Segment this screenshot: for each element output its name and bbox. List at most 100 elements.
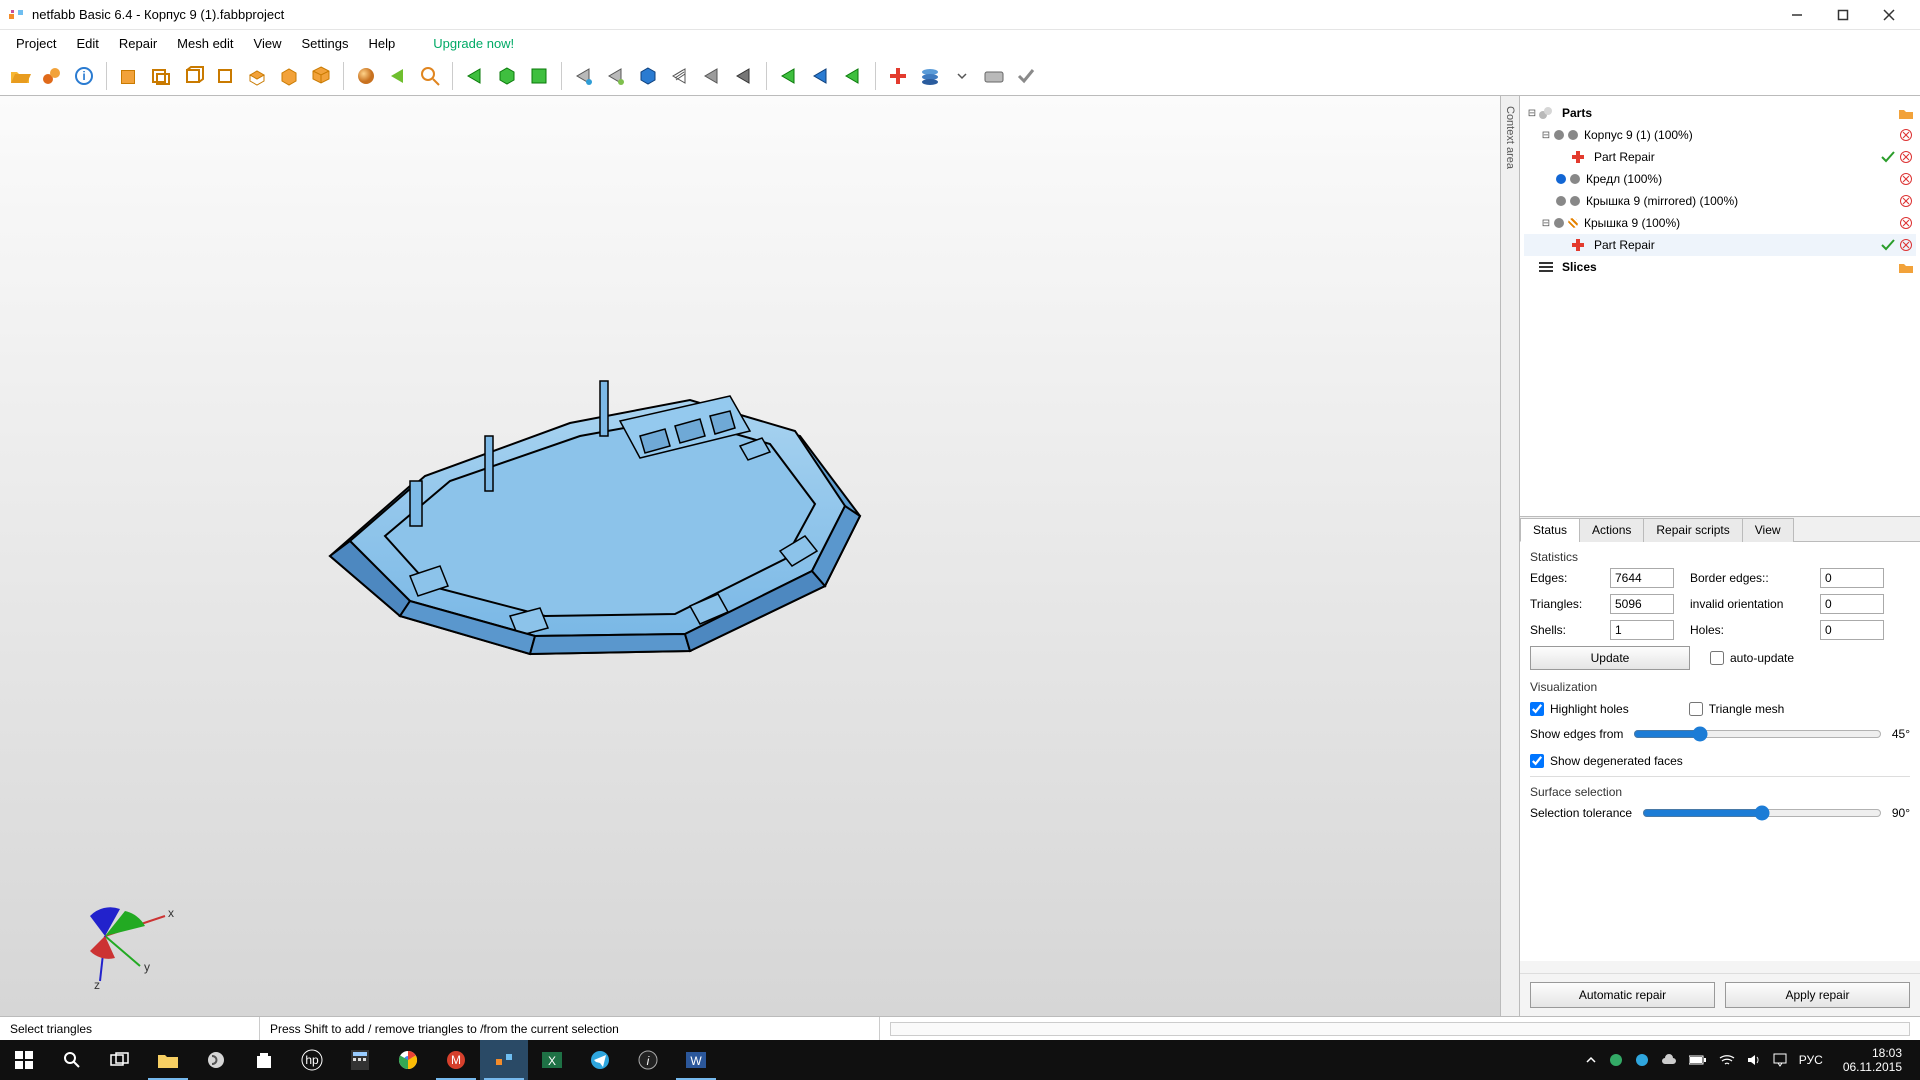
tray-app1-icon[interactable] bbox=[1609, 1053, 1623, 1067]
shells-value[interactable] bbox=[1610, 620, 1674, 640]
folder-icon[interactable] bbox=[1898, 105, 1914, 121]
menu-repair[interactable]: Repair bbox=[109, 32, 167, 55]
holes-value[interactable] bbox=[1820, 620, 1884, 640]
cube-left-icon[interactable] bbox=[179, 62, 207, 90]
cube-iso-icon[interactable] bbox=[307, 62, 335, 90]
context-area-handle[interactable]: Context area bbox=[1500, 96, 1520, 1016]
maximize-button[interactable] bbox=[1820, 0, 1866, 30]
taskview-icon[interactable] bbox=[96, 1040, 144, 1080]
tree-item[interactable]: Крышка 9 (mirrored) (100%) bbox=[1524, 190, 1916, 212]
cube-right-icon[interactable] bbox=[211, 62, 239, 90]
tray-clock[interactable]: 18:03 06.11.2015 bbox=[1835, 1046, 1910, 1075]
folder-icon[interactable] bbox=[1898, 259, 1914, 275]
tree-item[interactable]: ⊟ Крышка 9 (100%) bbox=[1524, 212, 1916, 234]
taskbar-netfabb-icon[interactable] bbox=[480, 1040, 528, 1080]
taskbar-app1-icon[interactable] bbox=[192, 1040, 240, 1080]
auto-update-checkbox[interactable]: auto-update bbox=[1710, 651, 1794, 665]
tray-cloud-icon[interactable] bbox=[1661, 1054, 1677, 1066]
delete-icon[interactable] bbox=[1898, 193, 1914, 209]
cube-front-icon[interactable] bbox=[115, 62, 143, 90]
apply-repair-button[interactable]: Apply repair bbox=[1725, 982, 1910, 1008]
cube-bottom-icon[interactable] bbox=[275, 62, 303, 90]
viewport-3d[interactable]: x y z bbox=[0, 96, 1500, 1016]
cube-back-icon[interactable] bbox=[147, 62, 175, 90]
tray-wifi-icon[interactable] bbox=[1719, 1054, 1735, 1066]
system-tray[interactable]: РУС 18:03 06.11.2015 bbox=[1575, 1046, 1920, 1075]
delete-icon[interactable] bbox=[1898, 127, 1914, 143]
menu-project[interactable]: Project bbox=[6, 32, 66, 55]
menu-meshedit[interactable]: Mesh edit bbox=[167, 32, 243, 55]
wedge-hatch-icon[interactable] bbox=[666, 62, 694, 90]
taskbar-excel-icon[interactable]: X bbox=[528, 1040, 576, 1080]
layers-icon[interactable] bbox=[916, 62, 944, 90]
wedge-gray2-icon[interactable] bbox=[602, 62, 630, 90]
border-edges-value[interactable] bbox=[1820, 568, 1884, 588]
tree-item-repair[interactable]: Part Repair bbox=[1524, 234, 1916, 256]
tab-view[interactable]: View bbox=[1742, 518, 1794, 542]
tray-battery-icon[interactable] bbox=[1689, 1055, 1707, 1065]
cube-blue-icon[interactable] bbox=[634, 62, 662, 90]
wedge-gray1-icon[interactable] bbox=[570, 62, 598, 90]
parts-tree[interactable]: ⊟ Parts ⊟ Корпус 9 (1) (100%) Pa bbox=[1520, 96, 1920, 516]
tri-green2-icon[interactable] bbox=[775, 62, 803, 90]
dropdown-icon[interactable] bbox=[948, 62, 976, 90]
tree-item-repair[interactable]: Part Repair bbox=[1524, 146, 1916, 168]
arrow-left-green-icon[interactable] bbox=[384, 62, 412, 90]
triangles-value[interactable] bbox=[1610, 594, 1674, 614]
show-degen-checkbox[interactable]: Show degenerated faces bbox=[1530, 754, 1910, 768]
delete-icon[interactable] bbox=[1898, 171, 1914, 187]
tab-repair-scripts[interactable]: Repair scripts bbox=[1643, 518, 1742, 542]
hex-green-icon[interactable] bbox=[493, 62, 521, 90]
tray-chevron-icon[interactable] bbox=[1585, 1054, 1597, 1066]
zoom-icon[interactable] bbox=[416, 62, 444, 90]
taskbar-hp-icon[interactable]: hp bbox=[288, 1040, 336, 1080]
wedge-gray3-icon[interactable] bbox=[698, 62, 726, 90]
tab-status[interactable]: Status bbox=[1520, 518, 1580, 542]
keyboard-icon[interactable] bbox=[980, 62, 1008, 90]
square-green-icon[interactable] bbox=[525, 62, 553, 90]
cube-top-icon[interactable] bbox=[243, 62, 271, 90]
check-icon[interactable] bbox=[1880, 149, 1896, 165]
open-icon[interactable] bbox=[6, 62, 34, 90]
tray-telegram-icon[interactable] bbox=[1635, 1053, 1649, 1067]
close-button[interactable] bbox=[1866, 0, 1912, 30]
tree-item[interactable]: ⊟ Корпус 9 (1) (100%) bbox=[1524, 124, 1916, 146]
tri-left-green-icon[interactable] bbox=[461, 62, 489, 90]
highlight-holes-checkbox[interactable]: Highlight holes bbox=[1530, 702, 1629, 716]
tri-green3-icon[interactable] bbox=[839, 62, 867, 90]
update-button[interactable]: Update bbox=[1530, 646, 1690, 670]
tree-item[interactable]: Кредл (100%) bbox=[1524, 168, 1916, 190]
tree-root-slices[interactable]: Slices bbox=[1524, 256, 1916, 278]
minimize-button[interactable] bbox=[1774, 0, 1820, 30]
tree-root-parts[interactable]: ⊟ Parts bbox=[1524, 102, 1916, 124]
delete-icon[interactable] bbox=[1898, 215, 1914, 231]
shade-sphere-icon[interactable] bbox=[352, 62, 380, 90]
menu-help[interactable]: Help bbox=[358, 32, 405, 55]
info-globe-icon[interactable]: i bbox=[70, 62, 98, 90]
start-button[interactable] bbox=[0, 1040, 48, 1080]
wedge-gray4-icon[interactable] bbox=[730, 62, 758, 90]
parts-icon[interactable] bbox=[38, 62, 66, 90]
menu-edit[interactable]: Edit bbox=[66, 32, 108, 55]
tri-blue-icon[interactable] bbox=[807, 62, 835, 90]
taskbar-word-icon[interactable]: W bbox=[672, 1040, 720, 1080]
taskbar-chrome-icon[interactable] bbox=[384, 1040, 432, 1080]
taskbar-info-icon[interactable]: i bbox=[624, 1040, 672, 1080]
delete-icon[interactable] bbox=[1898, 149, 1914, 165]
search-icon[interactable] bbox=[48, 1040, 96, 1080]
show-edges-slider[interactable] bbox=[1633, 726, 1881, 742]
menu-settings[interactable]: Settings bbox=[292, 32, 359, 55]
tray-volume-icon[interactable] bbox=[1747, 1054, 1761, 1066]
menu-view[interactable]: View bbox=[244, 32, 292, 55]
edges-value[interactable] bbox=[1610, 568, 1674, 588]
triangle-mesh-checkbox[interactable]: Triangle mesh bbox=[1689, 702, 1785, 716]
menu-upgrade[interactable]: Upgrade now! bbox=[423, 32, 524, 55]
repair-plus-icon[interactable] bbox=[884, 62, 912, 90]
taskbar-calc-icon[interactable] bbox=[336, 1040, 384, 1080]
delete-icon[interactable] bbox=[1898, 237, 1914, 253]
tray-language[interactable]: РУС bbox=[1799, 1053, 1823, 1067]
checkmark-icon[interactable] bbox=[1012, 62, 1040, 90]
taskbar-explorer-icon[interactable] bbox=[144, 1040, 192, 1080]
check-icon[interactable] bbox=[1880, 237, 1896, 253]
taskbar-app-red-icon[interactable]: M bbox=[432, 1040, 480, 1080]
